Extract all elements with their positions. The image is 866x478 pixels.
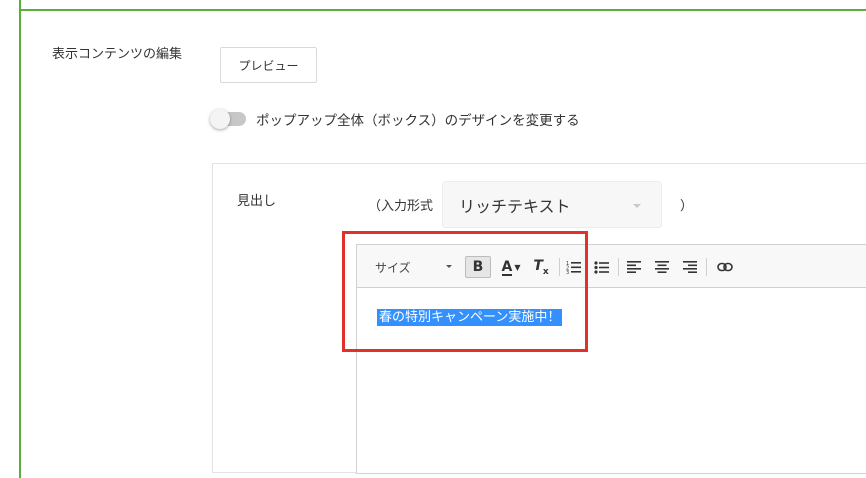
toolbar-separator	[618, 258, 619, 276]
frame-top-border	[19, 9, 866, 11]
chevron-down-icon: ▼	[514, 262, 521, 272]
clear-format-icon: Tx	[533, 257, 549, 277]
box-design-toggle[interactable]	[210, 109, 246, 129]
text-color-icon: A	[501, 259, 513, 276]
input-format-close: ）	[680, 199, 694, 214]
input-format-value: リッチテキスト	[459, 196, 571, 216]
input-format-select[interactable]: リッチテキスト	[442, 181, 662, 228]
bulleted-list-button[interactable]	[591, 256, 613, 278]
svg-text:3: 3	[566, 270, 569, 274]
chevron-down-icon	[446, 265, 452, 268]
chevron-down-icon	[633, 204, 641, 208]
font-size-label: サイズ	[375, 260, 411, 275]
align-right-button[interactable]	[679, 256, 701, 278]
box-design-toggle-row: ポップアップ全体（ボックス）のデザインを変更する	[210, 109, 580, 129]
font-size-select[interactable]: サイズ	[375, 258, 455, 276]
text-color-button[interactable]: A ▼	[497, 256, 525, 278]
link-icon	[717, 262, 733, 272]
bulleted-list-icon	[594, 261, 609, 274]
align-left-icon	[627, 261, 641, 273]
bold-icon: B	[472, 259, 484, 275]
heading-label: 見出し	[237, 194, 277, 209]
editor-toolbar: サイズ B A ▼ Tx 1 2 3	[357, 245, 866, 288]
editor-content-area[interactable]: 春の特別キャンペーン実施中！	[377, 309, 563, 326]
rich-text-editor: サイズ B A ▼ Tx 1 2 3 春の特別キャンペーン実施中！	[356, 244, 866, 474]
clear-format-button[interactable]: Tx	[530, 256, 552, 278]
input-format-label: （入力形式	[368, 199, 434, 214]
selected-text[interactable]: 春の特別キャンペーン実施中！	[377, 309, 563, 326]
link-button[interactable]	[714, 256, 736, 278]
preview-button[interactable]: プレビュー	[220, 47, 317, 83]
box-design-toggle-label: ポップアップ全体（ボックス）のデザインを変更する	[256, 113, 580, 129]
align-left-button[interactable]	[623, 256, 645, 278]
align-center-button[interactable]	[651, 256, 673, 278]
align-center-icon	[655, 261, 669, 273]
section-title: 表示コンテンツの編集	[52, 47, 183, 62]
toolbar-separator	[559, 258, 560, 276]
numbered-list-button[interactable]: 1 2 3	[563, 256, 585, 278]
bold-button[interactable]: B	[465, 256, 491, 278]
align-right-icon	[683, 261, 697, 273]
toolbar-separator	[706, 258, 707, 276]
numbered-list-icon: 1 2 3	[566, 261, 581, 274]
